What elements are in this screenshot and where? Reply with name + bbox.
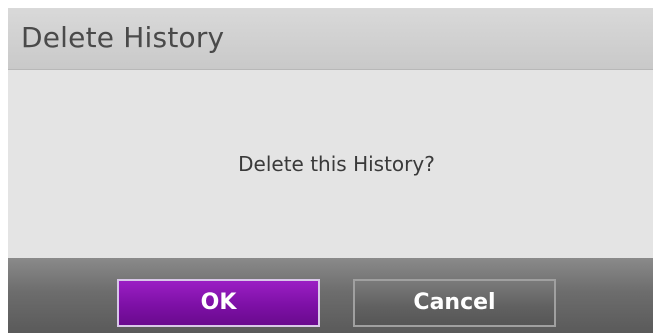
dialog-title-bar: Delete History — [8, 8, 653, 70]
dialog-button-bar: OK Cancel — [8, 258, 653, 333]
dialog-body: Delete this History? — [8, 70, 653, 258]
cancel-button[interactable]: Cancel — [353, 279, 556, 327]
dialog-message: Delete this History? — [238, 152, 435, 176]
dialog-title: Delete History — [21, 21, 225, 54]
ok-button[interactable]: OK — [117, 279, 320, 327]
delete-history-dialog: Delete History Delete this History? OK C… — [8, 8, 653, 333]
